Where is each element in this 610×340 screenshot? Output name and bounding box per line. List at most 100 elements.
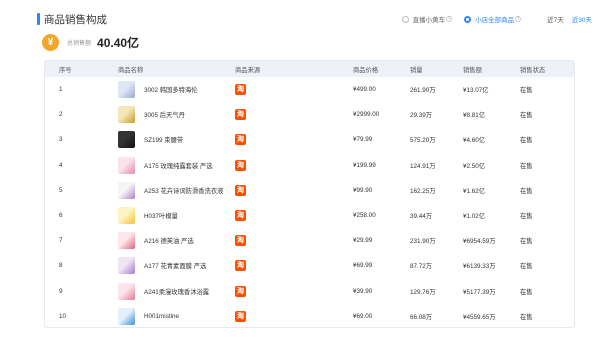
product-name[interactable]: SZ199 束腰带 — [144, 135, 183, 144]
row-index: 4 — [59, 161, 63, 169]
product-name-cell[interactable]: A241柔漫玫瑰香沐浴露 — [118, 282, 209, 300]
product-sales: ¥2.50亿 — [463, 162, 486, 170]
table-row[interactable]: 8 A177 花青素面膜 严选 淘 ¥69.99 87.72万 ¥6139.33万 在售 — [45, 253, 574, 278]
help-icon[interactable]: ? — [446, 16, 453, 22]
table-row[interactable]: 4 A175 玫瑰纯露套装 严选 淘 ¥199.99 124.91万 ¥2.50亿 在售 — [45, 153, 574, 178]
product-name-cell[interactable]: 3002 韩国多特海伦 — [118, 81, 198, 99]
column-header-sales[interactable]: 销售额 — [463, 65, 482, 74]
product-price: ¥79.99 — [353, 136, 373, 144]
product-sales: ¥4.60亿 — [463, 137, 486, 145]
product-status: 在售 — [520, 238, 533, 246]
product-name-cell[interactable]: A175 玫瑰纯露套装 严选 — [118, 156, 213, 174]
product-source: 淘 — [235, 184, 246, 196]
table-row[interactable]: 7 A216 德芙油 严选 淘 ¥29.99 231.90万 ¥6954.59万 在售 — [45, 228, 574, 253]
product-thumbnail[interactable] — [118, 81, 135, 99]
product-name-cell[interactable]: A253 花卉诗词防滑香洗衣液 — [118, 181, 223, 199]
product-name[interactable]: A241柔漫玫瑰香沐浴露 — [144, 287, 209, 296]
product-price: ¥69.99 — [353, 262, 373, 270]
product-thumbnail[interactable] — [118, 307, 135, 325]
product-name-cell[interactable]: A216 德芙油 严选 — [118, 232, 194, 250]
product-status: 在售 — [520, 87, 533, 95]
product-thumbnail[interactable] — [118, 156, 135, 174]
taobao-icon: 淘 — [235, 84, 246, 96]
product-name-cell[interactable]: H037叶模量 — [118, 207, 178, 225]
product-source: 淘 — [235, 310, 246, 322]
table-row[interactable]: 6 H037叶模量 淘 ¥258.00 39.44万 ¥1.02亿 在售 — [45, 203, 574, 228]
column-header-status[interactable]: 销售状态 — [520, 65, 545, 74]
product-thumbnail[interactable] — [118, 207, 135, 225]
product-status: 在售 — [520, 112, 533, 120]
filter-label: 小店全部商品 — [475, 17, 515, 24]
product-quantity: 87.72万 — [410, 263, 433, 271]
table-row[interactable]: 5 A253 花卉诗词防滑香洗衣液 淘 ¥99.90 162.25万 ¥1.62亿 在售 — [45, 178, 574, 203]
row-index: 6 — [59, 212, 63, 220]
product-thumbnail[interactable] — [118, 257, 135, 275]
product-name-cell[interactable]: H001mistine — [118, 307, 179, 325]
product-thumbnail[interactable] — [118, 131, 135, 149]
filter-radio-live-cart[interactable]: 直播小黄车 ? — [401, 14, 453, 24]
product-price: ¥39.90 — [353, 287, 373, 295]
product-name[interactable]: A216 德芙油 严选 — [144, 236, 194, 245]
product-name[interactable]: A177 花青素面膜 严选 — [144, 261, 206, 270]
product-name-cell[interactable]: 3005 后天气丹 — [118, 106, 185, 124]
section-title: 商品销售构成 — [44, 13, 107, 26]
product-status: 在售 — [520, 213, 533, 221]
product-price: ¥258.00 — [353, 212, 376, 220]
taobao-icon: 淘 — [235, 159, 246, 171]
product-name[interactable]: H001mistine — [144, 313, 179, 320]
help-icon[interactable]: ? — [515, 16, 522, 22]
product-name[interactable]: A253 花卉诗词防滑香洗衣液 — [144, 186, 223, 195]
product-source: 淘 — [235, 84, 246, 96]
product-quantity: 124.91万 — [410, 162, 436, 170]
table-row[interactable]: 1 3002 韩国多特海伦 淘 ¥499.00 261.90万 ¥13.07亿 在售 — [45, 77, 574, 102]
product-thumbnail[interactable] — [118, 232, 135, 250]
product-quantity: 66.08万 — [410, 313, 433, 321]
product-thumbnail[interactable] — [118, 282, 135, 300]
product-price: ¥99.90 — [353, 186, 373, 194]
product-price: ¥69.00 — [353, 312, 373, 320]
product-thumbnail[interactable] — [118, 181, 135, 199]
product-name[interactable]: 3002 韩国多特海伦 — [144, 85, 198, 94]
table-row[interactable]: 2 3005 后天气丹 淘 ¥2999.00 29.39万 ¥8.81亿 在售 — [45, 102, 574, 127]
product-name-cell[interactable]: A177 花青素面膜 严选 — [118, 257, 206, 275]
column-header-quantity[interactable]: 销量 — [410, 65, 423, 74]
product-name[interactable]: 3005 后天气丹 — [144, 110, 185, 119]
filter-group: 直播小黄车 ? 小店全部商品 ? 近7天 近30天 — [401, 14, 592, 24]
product-source: 淘 — [235, 260, 246, 272]
product-name-cell[interactable]: SZ199 束腰带 — [118, 131, 183, 149]
column-header-index[interactable]: 序号 — [59, 65, 72, 74]
total-sales-summary: ¥ 总销售额 40.40亿 — [42, 32, 139, 52]
table-row[interactable]: 3 SZ199 束腰带 淘 ¥79.99 575.20万 ¥4.60亿 在售 — [45, 127, 574, 152]
taobao-icon: 淘 — [235, 184, 246, 196]
taobao-icon: 淘 — [235, 260, 246, 272]
radio-circle-icon — [401, 15, 409, 23]
table-row[interactable]: 10 H001mistine 淘 ¥69.00 66.08万 ¥4559.65万 在售 — [45, 304, 574, 327]
taobao-icon: 淘 — [235, 310, 246, 322]
column-header-name[interactable]: 商品名称 — [118, 65, 143, 74]
product-status: 在售 — [520, 263, 533, 271]
product-status: 在售 — [520, 162, 533, 170]
filter-label: 直播小黄车 — [412, 17, 446, 24]
filter-radio-all-products[interactable]: 小店全部商品 ? — [464, 14, 522, 24]
row-index: 3 — [59, 136, 63, 144]
table-row[interactable]: 9 A241柔漫玫瑰香沐浴露 淘 ¥39.90 129.76万 ¥5177.39万 在售 — [45, 279, 574, 304]
product-source: 淘 — [235, 285, 246, 297]
column-header-source[interactable]: 商品来源 — [235, 65, 260, 74]
taobao-icon: 淘 — [235, 134, 246, 146]
product-thumbnail[interactable] — [118, 106, 135, 124]
row-index: 7 — [59, 237, 63, 245]
product-source: 淘 — [235, 134, 246, 146]
column-header-price[interactable]: 商品价格 — [353, 65, 378, 74]
product-sales: ¥5177.39万 — [463, 288, 496, 296]
product-source: 淘 — [235, 109, 246, 121]
section-header: 商品销售构成 直播小黄车 ? 小店全部商品 ? 近7天 近30天 — [37, 10, 592, 28]
row-index: 5 — [59, 186, 63, 194]
product-name[interactable]: A175 玫瑰纯露套装 严选 — [144, 161, 213, 170]
period-7-days[interactable]: 近7天 — [547, 14, 564, 24]
product-price: ¥199.99 — [353, 161, 376, 169]
row-index: 9 — [59, 287, 63, 295]
period-30-days[interactable]: 近30天 — [572, 14, 592, 24]
product-sales-table: 序号 商品名称 商品来源 商品价格 销量 销售额 销售状态 1 3002 韩国多特… — [44, 60, 575, 328]
row-index: 1 — [59, 86, 63, 94]
product-name[interactable]: H037叶模量 — [144, 211, 178, 220]
